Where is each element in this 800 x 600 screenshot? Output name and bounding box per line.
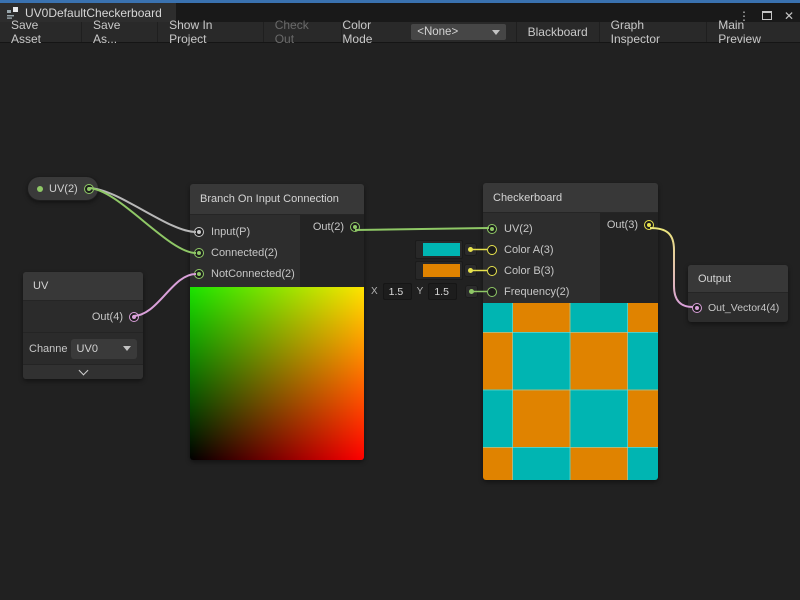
branch-connected-label: Connected(2) [211, 247, 278, 259]
color-mode-label: Color Mode [342, 18, 403, 46]
uv-channel-label: Channe [29, 343, 68, 355]
branch-node-body: Input(P) Connected(2) NotConnected(2) Ou… [190, 215, 364, 287]
color-a-field[interactable] [415, 240, 463, 259]
frequency-connector [465, 285, 478, 298]
color-mode-value: <None> [417, 26, 458, 38]
checkerboard-colorb-row: Color B(3) [483, 260, 600, 281]
main-preview-toggle[interactable]: Main Preview [706, 22, 800, 42]
checkerboard-colorb-label: Color B(3) [504, 265, 554, 277]
branch-out-port[interactable] [350, 222, 360, 232]
frequency-y-input[interactable]: 1.5 [428, 283, 457, 300]
branch-node-preview [190, 287, 364, 460]
output-node-title: Output [698, 273, 731, 285]
uv-channel-row: Channe UV0 [23, 332, 143, 364]
uv-channel-value: UV0 [77, 343, 98, 355]
frequency-x-label: X [371, 286, 378, 297]
show-in-project-button[interactable]: Show In Project [158, 22, 264, 42]
branch-connected-row: Connected(2) [190, 242, 300, 263]
uv-redirect-node[interactable]: UV(2) [27, 176, 99, 201]
blackboard-toggle[interactable]: Blackboard [516, 22, 599, 42]
uv-pill-output-port[interactable] [84, 184, 94, 194]
edge-uvpill-to-connected[interactable] [88, 188, 196, 253]
checkerboard-node-preview [483, 303, 658, 480]
checkerboard-colora-row: Color A(3) [483, 239, 600, 260]
branch-output-column: Out(2) [300, 215, 364, 287]
branch-input-label: Input(P) [211, 226, 250, 238]
output-vector4-port[interactable] [692, 303, 702, 313]
save-as-button[interactable]: Save As... [82, 22, 158, 42]
color-b-connector-dot [468, 268, 473, 273]
checkerboard-out-port[interactable] [644, 220, 654, 230]
uv-node[interactable]: UV Out(4) Channe UV0 [23, 272, 143, 379]
color-mode-dropdown[interactable]: <None> [411, 24, 505, 40]
checkerboard-node-title: Checkerboard [493, 192, 562, 204]
output-node-header[interactable]: Output [688, 265, 788, 293]
branch-notconnected-label: NotConnected(2) [211, 268, 295, 280]
color-b-swatch[interactable] [423, 264, 460, 277]
output-node[interactable]: Output Out_Vector4(4) [688, 265, 788, 322]
graph-inspector-toggle[interactable]: Graph Inspector [599, 22, 707, 42]
checkerboard-frequency-port[interactable] [487, 287, 497, 297]
chevron-down-icon [78, 365, 88, 375]
branch-input-column: Input(P) Connected(2) NotConnected(2) [190, 215, 300, 287]
uv-node-output-row: Out(4) [23, 301, 143, 332]
checkerboard-uv-row: UV(2) [483, 218, 600, 239]
uv-pill-input-dot [37, 186, 43, 192]
checkerboard-node-body: UV(2) Color A(3) Color B(3) Frequency(2)… [483, 213, 658, 303]
shader-graph-window: UV0DefaultCheckerboard ⋮ ✕ Save Asset Sa… [0, 0, 800, 600]
save-asset-button[interactable]: Save Asset [0, 22, 82, 42]
branch-node[interactable]: Branch On Input Connection Input(P) Conn… [190, 184, 364, 460]
checkerboard-uv-port[interactable] [487, 224, 497, 234]
output-input-row: Out_Vector4(4) [688, 293, 788, 322]
checkerboard-frequency-label: Frequency(2) [504, 286, 569, 298]
uv-pill-label: UV(2) [49, 183, 78, 195]
check-out-button: Check Out [264, 22, 343, 42]
checkerboard-node-header[interactable]: Checkerboard [483, 183, 658, 213]
frequency-x-input[interactable]: 1.5 [383, 283, 412, 300]
uv-collapse-button[interactable] [23, 364, 143, 379]
checkerboard-uv-label: UV(2) [504, 223, 533, 235]
checkerboard-output-column: Out(3) [600, 213, 658, 303]
edge-branch-to-checkerboard[interactable] [355, 228, 489, 230]
uv-node-title: UV [33, 280, 48, 292]
checkerboard-colora-port[interactable] [487, 245, 497, 255]
color-b-connector [464, 264, 477, 277]
checkerboard-node[interactable]: Checkerboard UV(2) Color A(3) Color B(3) [483, 183, 658, 480]
branch-connected-port[interactable] [194, 248, 204, 258]
frequency-y-label: Y [417, 286, 424, 297]
checkerboard-frequency-row: Frequency(2) [483, 281, 600, 302]
branch-input-port[interactable] [194, 227, 204, 237]
frequency-field: X 1.5 Y 1.5 [371, 283, 457, 300]
branch-node-header[interactable]: Branch On Input Connection [190, 184, 364, 215]
branch-input-row: Input(P) [190, 221, 300, 242]
checkerboard-colora-label: Color A(3) [504, 244, 554, 256]
uv-node-header[interactable]: UV [23, 272, 143, 301]
color-b-field[interactable] [415, 261, 463, 280]
checkerboard-input-column: UV(2) Color A(3) Color B(3) Frequency(2) [483, 213, 600, 303]
uv-channel-dropdown[interactable]: UV0 [71, 339, 137, 359]
checkerboard-colorb-port[interactable] [487, 266, 497, 276]
color-a-swatch[interactable] [423, 243, 460, 256]
branch-notconnected-row: NotConnected(2) [190, 263, 300, 284]
edge-uvpill-to-input[interactable] [88, 188, 196, 232]
graph-toolbar: Save Asset Save As... Show In Project Ch… [0, 22, 800, 43]
branch-node-title: Branch On Input Connection [200, 193, 339, 205]
branch-notconnected-port[interactable] [194, 269, 204, 279]
uv-out-port[interactable] [129, 312, 139, 322]
frequency-connector-dot [469, 289, 474, 294]
checkerboard-out-label: Out(3) [607, 219, 638, 231]
color-mode-control: Color Mode <None> [342, 18, 515, 46]
color-a-connector-dot [468, 247, 473, 252]
chevron-down-icon [123, 346, 131, 351]
chevron-down-icon [492, 30, 500, 35]
output-vector4-label: Out_Vector4(4) [708, 302, 779, 314]
uv-out-label: Out(4) [92, 311, 123, 323]
branch-out-label: Out(2) [313, 221, 344, 233]
color-a-connector [464, 243, 477, 256]
